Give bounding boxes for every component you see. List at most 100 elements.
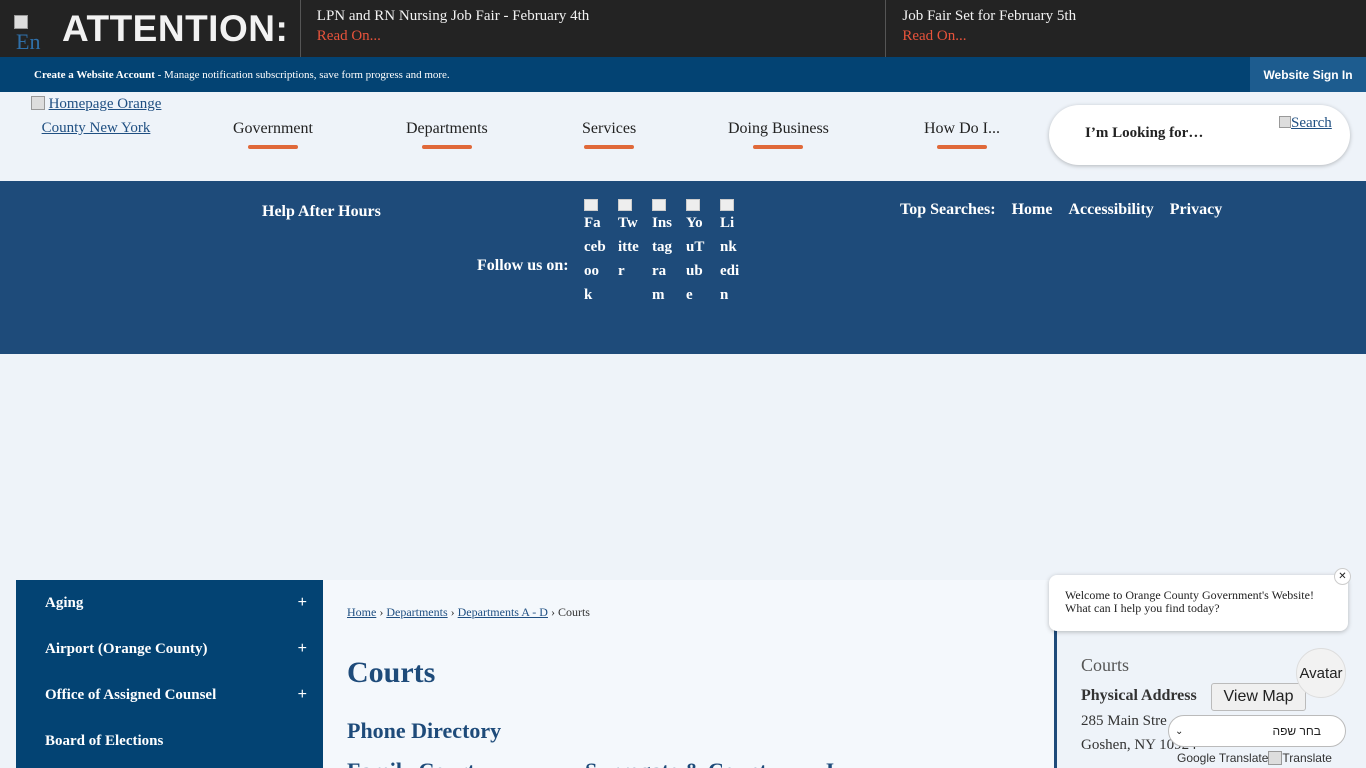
create-account-link[interactable]: Create a Website Account	[34, 69, 155, 81]
linkedin-link[interactable]: Linkedin	[720, 199, 742, 307]
account-message: Create a Website Account - Manage notifi…	[0, 69, 450, 81]
read-on-link[interactable]: Read On...	[317, 28, 870, 45]
search-placeholder: I’m Looking for…	[1085, 125, 1204, 141]
search-icon	[1279, 116, 1291, 128]
breadcrumb-separator: ›	[379, 605, 384, 619]
nav-underline	[753, 145, 804, 149]
breadcrumb-separator: ›	[550, 605, 555, 619]
read-on-link[interactable]: Read On...	[902, 28, 1350, 45]
broken-image-icon	[14, 14, 28, 29]
physical-address-label: Physical Address	[1081, 687, 1197, 704]
create-account-description: - Manage notification subscriptions, sav…	[154, 68, 450, 81]
homepage-logo-link[interactable]: Homepage Orange County New York	[16, 92, 176, 140]
language-select-label: בחר שפה	[1272, 724, 1321, 738]
top-search-accessibility-link[interactable]: Accessibility	[1068, 201, 1153, 219]
side-nav-label: Airport (Orange County)	[45, 640, 208, 657]
nav-departments[interactable]: Departments	[406, 120, 488, 149]
nav-underline	[584, 145, 635, 149]
nav-how-do-i[interactable]: How Do I...	[924, 120, 1000, 149]
expand-icon[interactable]: +	[298, 640, 307, 658]
info-band: Help After Hours Follow us on: Facebook …	[0, 181, 1366, 354]
youtube-icon	[686, 199, 700, 211]
directory-heading: Surrogate & County	[585, 758, 778, 768]
instagram-icon	[652, 199, 666, 211]
google-logo-icon	[1268, 751, 1283, 765]
facebook-link[interactable]: Facebook	[584, 199, 606, 307]
nav-underline	[937, 145, 987, 149]
translate-label: Translate	[1282, 751, 1332, 765]
expand-icon[interactable]: +	[298, 594, 307, 612]
alert-item-title[interactable]: Job Fair Set for February 5th	[902, 8, 1350, 25]
top-search-privacy-link[interactable]: Privacy	[1170, 201, 1222, 219]
alert-bar: En ATTENTION: LPN and RN Nursing Job Fai…	[0, 0, 1366, 57]
address-line: 285 Main Stre	[1081, 713, 1167, 729]
google-translate-credit[interactable]: Google Translate Translate	[1177, 751, 1332, 765]
broken-image-icon	[30, 96, 45, 110]
social-alt-text: Twitter	[618, 215, 639, 279]
side-nav-label: Board of Elections	[45, 732, 164, 749]
side-nav-item-board-of-elections[interactable]: Board of Elections	[16, 718, 323, 764]
side-nav-item-airport[interactable]: Airport (Orange County) +	[16, 626, 323, 672]
twitter-link[interactable]: Twitter	[618, 199, 640, 283]
follow-us-label: Follow us on:	[477, 257, 569, 274]
phone-directory-heading: Phone Directory	[347, 718, 502, 743]
breadcrumb: Home › Departments › Departments A - D ›…	[347, 605, 590, 620]
department-side-nav: Aging + Airport (Orange County) + Office o…	[16, 580, 323, 768]
site-header: Homepage Orange County New York Governme…	[0, 92, 1366, 181]
view-map-button[interactable]: View Map	[1211, 683, 1306, 711]
breadcrumb-separator: ›	[450, 605, 455, 619]
top-searches: Top Searches: Home Accessibility Privacy	[900, 201, 1222, 219]
nav-underline	[421, 145, 472, 149]
nav-label: Services	[582, 120, 637, 137]
search-input[interactable]: I’m Looking for… Search	[1049, 105, 1350, 165]
top-searches-label: Top Searches:	[900, 201, 996, 218]
nav-underline	[247, 145, 298, 149]
social-alt-text: Facebook	[584, 215, 606, 303]
page-title: Courts	[347, 656, 436, 689]
chat-welcome-bubble[interactable]: Welcome to Orange County Government's We…	[1049, 575, 1348, 631]
chevron-down-icon: ⌄	[1175, 725, 1184, 737]
nav-government[interactable]: Government	[233, 120, 313, 149]
instagram-link[interactable]: Instagram	[652, 199, 674, 307]
twitter-icon	[618, 199, 632, 211]
nav-label: How Do I...	[924, 120, 1000, 137]
nav-label: Doing Business	[728, 120, 829, 137]
search-button-label: Search	[1291, 115, 1332, 131]
youtube-link[interactable]: YouTube	[686, 199, 708, 307]
side-nav-label: Office of Assigned Counsel	[45, 686, 217, 703]
website-sign-in-button[interactable]: Website Sign In	[1250, 57, 1366, 92]
breadcrumb-departments[interactable]: Departments	[386, 605, 447, 619]
help-after-hours-link[interactable]: Help After Hours	[262, 203, 381, 221]
search-button[interactable]: Search	[1279, 115, 1332, 132]
alert-item: LPN and RN Nursing Job Fair - February 4…	[301, 0, 887, 57]
account-bar: Create a Website Account - Manage notifi…	[0, 57, 1366, 92]
alert-item-title[interactable]: LPN and RN Nursing Job Fair - February 4…	[317, 8, 870, 25]
chat-avatar[interactable]: Avatar	[1296, 648, 1346, 698]
alert-logo-alt-text: En	[16, 28, 41, 49]
nav-label: Government	[233, 120, 313, 137]
alert-item: Job Fair Set for February 5th Read On...	[886, 0, 1366, 57]
google-translate-label: Google Translate	[1177, 751, 1269, 765]
contact-panel-title: Courts	[1081, 655, 1130, 675]
social-alt-text: YouTube	[686, 215, 705, 303]
social-alt-text: Instagram	[652, 215, 673, 303]
breadcrumb-home[interactable]: Home	[347, 605, 376, 619]
nav-label: Departments	[406, 120, 488, 137]
breadcrumb-departments-a-d[interactable]: Departments A - D	[458, 605, 548, 619]
language-select[interactable]: ⌄ בחר שפה	[1168, 715, 1346, 747]
nav-services[interactable]: Services	[582, 120, 637, 149]
nav-doing-business[interactable]: Doing Business	[728, 120, 829, 149]
top-search-home-link[interactable]: Home	[1012, 201, 1053, 219]
alert-label-area: En ATTENTION:	[0, 0, 301, 57]
side-nav-item-aging[interactable]: Aging +	[16, 580, 323, 626]
logo-alt-text: Homepage Orange County New York	[41, 96, 162, 136]
breadcrumb-current: Courts	[557, 605, 590, 619]
side-nav-label: Aging	[45, 594, 84, 611]
expand-icon[interactable]: +	[298, 686, 307, 704]
social-alt-text: Linkedin	[720, 215, 740, 303]
chat-close-icon[interactable]: ✕	[1334, 568, 1351, 585]
main-content: Home › Departments › Departments A - D ›…	[323, 580, 1054, 768]
side-nav-item-assigned-counsel[interactable]: Office of Assigned Counsel +	[16, 672, 323, 718]
attention-label: ATTENTION:	[62, 7, 289, 49]
linkedin-icon	[720, 199, 734, 211]
